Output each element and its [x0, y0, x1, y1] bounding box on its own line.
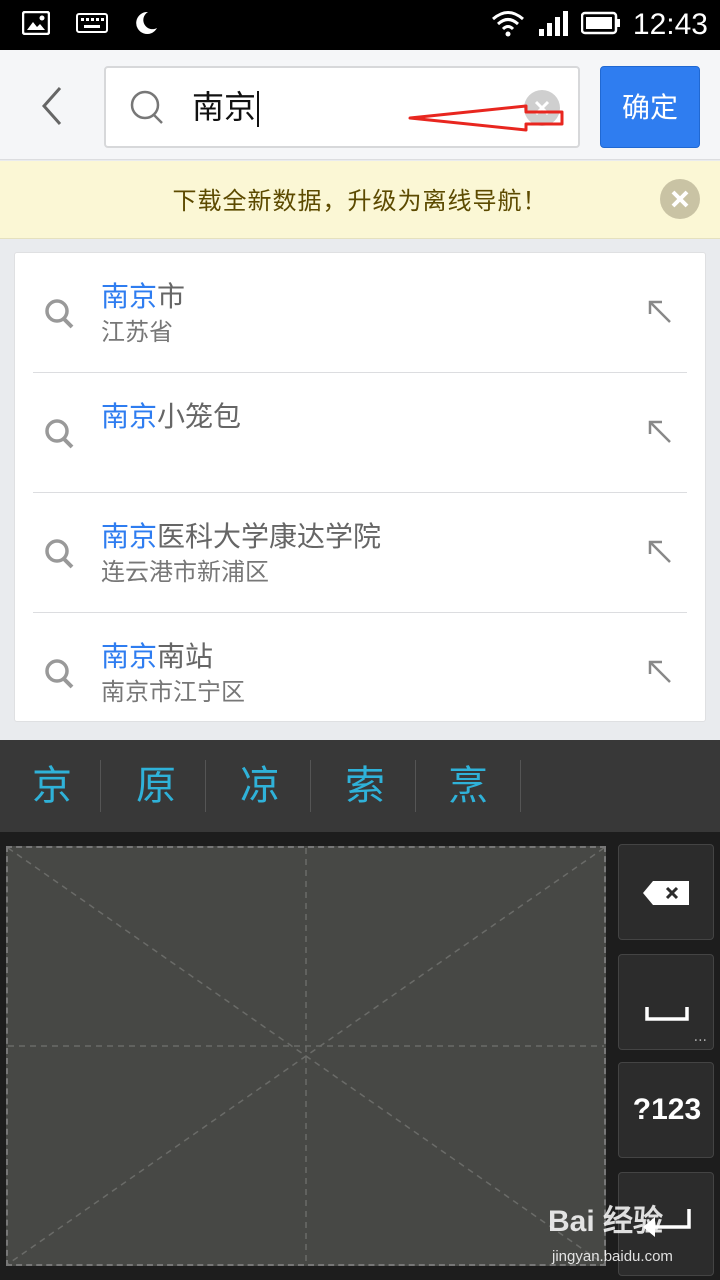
divider	[310, 760, 311, 812]
clock: 12:43	[632, 8, 708, 41]
confirm-button[interactable]: 确定	[600, 66, 700, 148]
banner-close-button[interactable]	[660, 179, 700, 219]
symbols-key[interactable]: ?123	[618, 1062, 714, 1158]
candidate-item[interactable]: 凉	[208, 740, 312, 832]
divider	[100, 760, 101, 812]
offline-banner[interactable]: 下载全新数据，升级为离线导航！	[0, 161, 720, 239]
back-button[interactable]	[30, 78, 80, 134]
wifi-icon	[491, 9, 525, 41]
list-item[interactable]: 南京南站 南京市江宁区	[15, 613, 705, 721]
list-item[interactable]: 南京市 江苏省	[15, 253, 705, 373]
screen: 12:43 南京 确定 下载全新数据，升级为离线导航！ 南京市 江苏省 南京小笼…	[0, 0, 720, 1280]
suggestion-subtitle: 江苏省	[101, 318, 173, 346]
candidate-item[interactable]: 原	[104, 740, 208, 832]
suggestion-title: 医科大学康达学院	[157, 520, 382, 553]
search-icon	[128, 88, 168, 132]
signal-icon	[537, 9, 569, 41]
search-input[interactable]: 南京	[192, 82, 260, 132]
search-icon	[43, 657, 77, 695]
backspace-icon	[643, 881, 689, 905]
suggestion-subtitle: 南京市江宁区	[101, 678, 245, 706]
handwriting-keyboard: ... ?123 Bai 经验 jingyan.baidu.com	[0, 832, 720, 1280]
divider	[205, 760, 206, 812]
status-bar: 12:43	[0, 0, 720, 50]
fill-query-arrow-icon[interactable]	[645, 657, 675, 691]
watermark: Bai 经验 jingyan.baidu.com	[548, 1196, 720, 1276]
symbols-key-label: ?123	[632, 1093, 702, 1126]
banner-text: 下载全新数据，升级为离线导航！	[172, 187, 548, 215]
watermark-url: jingyan.baidu.com	[552, 1248, 673, 1265]
space-icon	[645, 1007, 689, 1021]
suggestion-title: 市	[157, 280, 186, 313]
suggestion-title: 南站	[157, 640, 214, 673]
candidate-bar: 京 原 凉 索 烹	[0, 740, 720, 832]
backspace-key[interactable]	[618, 844, 714, 940]
candidate-item[interactable]: 烹	[416, 740, 520, 832]
search-input-value: 南京	[192, 88, 257, 126]
divider	[520, 760, 521, 812]
suggestion-highlight: 南京	[101, 280, 158, 313]
image-notification-icon	[21, 10, 51, 39]
suggestion-title: 小笼包	[157, 400, 242, 433]
suggestion-list: 南京市 江苏省 南京小笼包 南京医科大学康达学院 连云港市新浦区 南京南站 南京…	[14, 252, 706, 722]
candidate-item[interactable]: 京	[0, 740, 104, 832]
list-item[interactable]: 南京医科大学康达学院 连云港市新浦区	[15, 493, 705, 613]
handwriting-pad[interactable]	[6, 846, 606, 1266]
candidate-item[interactable]: 索	[313, 740, 417, 832]
keyboard-notification-icon	[76, 13, 108, 37]
close-icon	[671, 190, 689, 208]
annotation-arrow-icon	[408, 104, 564, 132]
search-icon	[43, 537, 77, 575]
pad-guidelines	[8, 848, 604, 1264]
battery-icon	[580, 11, 621, 39]
search-box[interactable]: 南京	[104, 66, 580, 148]
list-item[interactable]: 南京小笼包	[15, 373, 705, 493]
chevron-left-icon	[41, 87, 62, 125]
fill-query-arrow-icon[interactable]	[645, 417, 675, 451]
space-key-more: ...	[693, 1029, 707, 1045]
search-header: 南京 确定	[0, 50, 720, 160]
fill-query-arrow-icon[interactable]	[645, 297, 675, 331]
suggestion-subtitle: 连云港市新浦区	[101, 558, 269, 586]
moon-icon	[134, 10, 158, 40]
suggestion-highlight: 南京	[101, 520, 158, 553]
watermark-brand: Bai 经验	[548, 1205, 664, 1238]
suggestion-highlight: 南京	[101, 640, 158, 673]
fill-query-arrow-icon[interactable]	[645, 537, 675, 571]
space-key[interactable]: ...	[618, 954, 714, 1050]
search-icon	[43, 417, 77, 455]
suggestion-highlight: 南京	[101, 400, 158, 433]
text-cursor	[257, 91, 260, 127]
search-icon	[43, 297, 77, 335]
